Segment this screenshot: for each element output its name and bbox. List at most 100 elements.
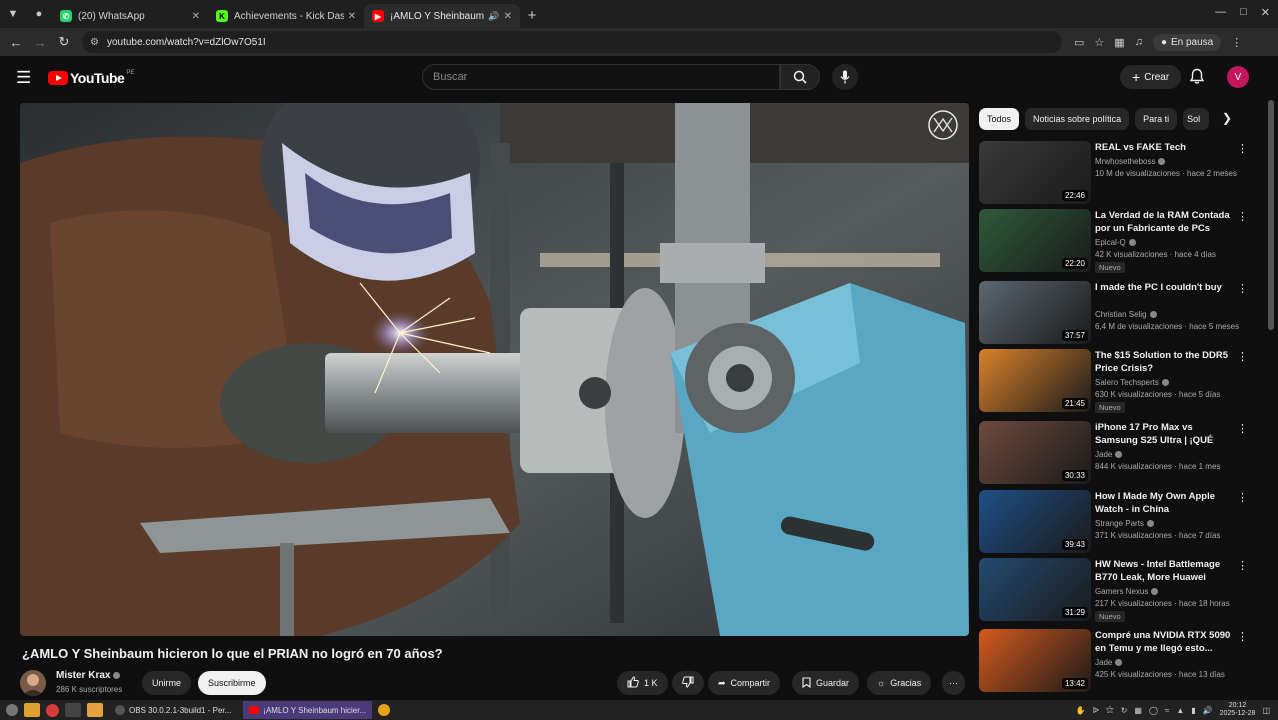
- more-vertical-icon[interactable]: ⋮: [1237, 422, 1248, 435]
- bookmark-star-icon[interactable]: ☆: [1094, 36, 1104, 49]
- search-input[interactable]: Buscar: [422, 64, 780, 90]
- recommendation-item[interactable]: 39:43 How I Made My Own Apple Watch - in …: [979, 490, 1249, 554]
- update-icon[interactable]: ▲: [1176, 706, 1184, 715]
- recommendation-channel[interactable]: Jade: [1095, 450, 1123, 459]
- channel-name[interactable]: Mister Krax: [56, 670, 121, 681]
- reload-icon[interactable]: ↻: [52, 30, 76, 54]
- recommendation-thumbnail[interactable]: 22:20: [979, 209, 1091, 272]
- more-vertical-icon[interactable]: ⋮: [1237, 142, 1248, 155]
- more-vertical-icon[interactable]: ⋮: [1237, 491, 1248, 504]
- more-vertical-icon[interactable]: ⋮: [1237, 350, 1248, 363]
- bluetooth-icon[interactable]: ᐉ: [1093, 706, 1099, 715]
- terminal-icon[interactable]: [65, 703, 81, 717]
- volume-icon[interactable]: 🔊: [1203, 706, 1213, 715]
- tab-search-icon[interactable]: ▼: [0, 0, 26, 28]
- recommendation-thumbnail[interactable]: 22:46: [979, 141, 1091, 204]
- recommendation-title[interactable]: iPhone 17 Pro Max vs Samsung S25 Ultra |…: [1095, 421, 1235, 447]
- recommendation-channel[interactable]: Epical-Q: [1095, 238, 1136, 247]
- subscribe-button[interactable]: Suscribirme: [198, 671, 266, 695]
- folder-icon[interactable]: [87, 703, 103, 717]
- recommendation-title[interactable]: I made the PC I couldn't buy: [1095, 281, 1235, 294]
- recommendation-item[interactable]: 31:29 HW News - Intel Battlemage B770 Lea…: [979, 558, 1249, 622]
- recommendation-title[interactable]: How I Made My Own Apple Watch - in China: [1095, 490, 1235, 516]
- recommendation-title[interactable]: REAL vs FAKE Tech: [1095, 141, 1235, 154]
- maximize-icon[interactable]: □: [1240, 6, 1247, 19]
- site-info-icon[interactable]: ⚙: [90, 37, 99, 48]
- create-button[interactable]: + Crear: [1120, 65, 1182, 89]
- recommendation-title[interactable]: HW News - Intel Battlemage B770 Leak, Mo…: [1095, 558, 1235, 584]
- recommendation-item[interactable]: 22:20 La Verdad de la RAM Contada por un …: [979, 209, 1249, 273]
- extensions-icon[interactable]: ▦: [1114, 36, 1124, 49]
- recommendation-thumbnail[interactable]: 13:42: [979, 629, 1091, 692]
- dislike-button[interactable]: [672, 671, 704, 695]
- speaker-icon[interactable]: 🔊: [488, 11, 499, 22]
- clipboard-icon[interactable]: ▦: [1134, 706, 1142, 715]
- tab-kick[interactable]: K Achievements - Kick Dashbo ✕: [208, 4, 364, 28]
- voice-search-button[interactable]: [832, 64, 858, 90]
- video-player[interactable]: [20, 103, 969, 636]
- vivaldi-icon[interactable]: [46, 703, 59, 717]
- search-button[interactable]: [780, 64, 820, 90]
- bell-icon[interactable]: ⚝: [1106, 705, 1114, 715]
- recommendation-thumbnail[interactable]: 30:33: [979, 421, 1091, 484]
- recommendation-channel[interactable]: Strange Parts: [1095, 519, 1154, 528]
- chevron-right-icon[interactable]: ❯: [1222, 111, 1232, 125]
- join-button[interactable]: Unirme: [142, 671, 192, 695]
- chrome-icon[interactable]: [378, 704, 391, 716]
- recommendation-item[interactable]: 22:46 REAL vs FAKE Tech Mrwhosetheboss 10 M…: [979, 141, 1249, 205]
- tab-whatsapp[interactable]: ✆ (20) WhatsApp ✕: [52, 4, 208, 28]
- taskbar-browser[interactable]: ¡AMLO Y Sheinbaum hicier...: [243, 701, 373, 719]
- close-icon[interactable]: ✕: [192, 11, 200, 22]
- browser-menu-icon[interactable]: ⋮: [1231, 36, 1242, 49]
- tab-youtube[interactable]: ▶ ¡AMLO Y Sheinbaum hic 🔊 ✕: [364, 4, 520, 28]
- notifications-icon[interactable]: ◫: [1262, 706, 1270, 715]
- recommendation-thumbnail[interactable]: 21:45: [979, 349, 1091, 412]
- chip-politics[interactable]: Noticias sobre política: [1025, 108, 1130, 130]
- close-icon[interactable]: ✕: [348, 11, 356, 22]
- more-actions-button[interactable]: ⋯: [942, 671, 965, 695]
- recommendation-thumbnail[interactable]: 39:43: [979, 490, 1091, 553]
- url-field[interactable]: ⚙ youtube.com/watch?v=dZlOw7O51I: [82, 31, 1062, 53]
- close-window-icon[interactable]: ✕: [1261, 6, 1270, 19]
- recommendation-channel[interactable]: Salero Techsperts: [1095, 378, 1169, 387]
- minimize-icon[interactable]: —: [1215, 6, 1226, 19]
- app-menu-icon[interactable]: [6, 704, 18, 716]
- like-button[interactable]: 1 K: [617, 671, 668, 695]
- new-tab-button[interactable]: +: [520, 7, 544, 24]
- chip-for-you[interactable]: Para ti: [1135, 108, 1178, 130]
- chip-todos[interactable]: Todos: [979, 108, 1020, 130]
- back-arrow-icon[interactable]: ←: [4, 30, 28, 54]
- cast-icon[interactable]: ▭: [1074, 36, 1084, 49]
- share-button[interactable]: ➦ Compartir: [708, 671, 781, 695]
- hand-icon[interactable]: ✋: [1076, 706, 1086, 715]
- recommendation-item[interactable]: 13:42 Compré una NVIDIA RTX 5090 en Temu …: [979, 629, 1249, 693]
- recommendation-item[interactable]: 37:57 I made the PC I couldn't buy Christi…: [979, 281, 1249, 345]
- recommendation-item[interactable]: 30:33 iPhone 17 Pro Max vs Samsung S25 Ul…: [979, 421, 1249, 485]
- network-icon[interactable]: ≈: [1165, 706, 1169, 715]
- shield-icon[interactable]: ◯: [1149, 706, 1158, 715]
- recommendation-thumbnail[interactable]: 37:57: [979, 281, 1091, 344]
- browser-settings-icon[interactable]: ●: [26, 0, 52, 28]
- recommendation-title[interactable]: The $15 Solution to the DDR5 Price Crisi…: [1095, 349, 1235, 375]
- close-icon[interactable]: ✕: [504, 11, 512, 22]
- youtube-logo[interactable]: YouTube PE: [48, 70, 134, 86]
- user-avatar[interactable]: V: [1227, 66, 1249, 88]
- more-vertical-icon[interactable]: ⋮: [1237, 559, 1248, 572]
- clock[interactable]: 20:12 2025-12-28: [1220, 702, 1256, 718]
- battery-icon[interactable]: ▮: [1191, 706, 1195, 715]
- notifications-bell-icon[interactable]: [1189, 68, 1205, 90]
- recommendation-item[interactable]: 21:45 The $15 Solution to the DDR5 Price …: [979, 349, 1249, 413]
- scrollbar[interactable]: [1268, 100, 1274, 330]
- profile-paused-button[interactable]: ● En pausa: [1152, 33, 1222, 51]
- recommendation-channel[interactable]: Mrwhosetheboss: [1095, 157, 1166, 166]
- recommendation-title[interactable]: Compré una NVIDIA RTX 5090 en Temu y me …: [1095, 629, 1235, 655]
- recommendation-channel[interactable]: Gamers Nexus: [1095, 587, 1159, 596]
- channel-avatar[interactable]: [20, 670, 46, 696]
- chip-partial[interactable]: Sol: [1183, 108, 1210, 130]
- forward-arrow-icon[interactable]: →: [28, 30, 52, 54]
- thanks-button[interactable]: ☼ Gracias: [867, 671, 932, 695]
- recommendation-thumbnail[interactable]: 31:29: [979, 558, 1091, 621]
- file-manager-icon[interactable]: [24, 703, 40, 717]
- recommendation-title[interactable]: La Verdad de la RAM Contada por un Fabri…: [1095, 209, 1235, 235]
- taskbar-obs[interactable]: OBS 30.0.2.1-3build1 - Per...: [109, 701, 237, 719]
